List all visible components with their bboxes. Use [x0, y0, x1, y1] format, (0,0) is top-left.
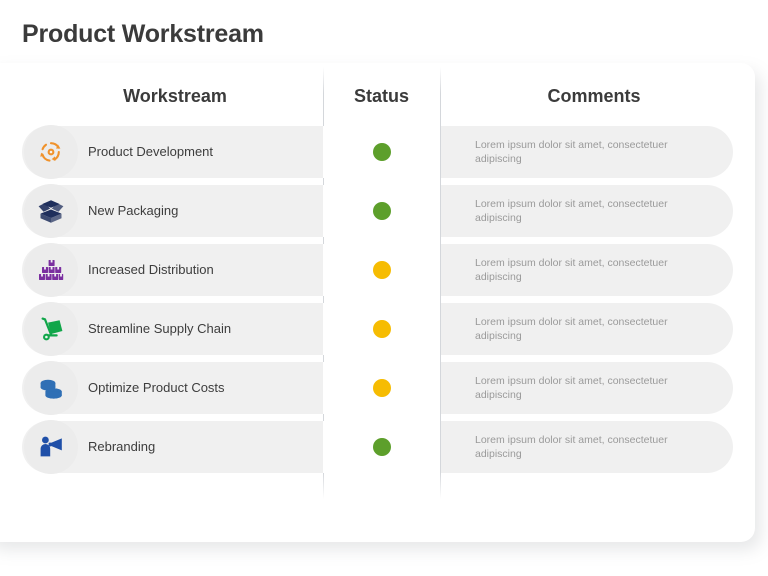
- workstream-label: Optimize Product Costs: [88, 380, 225, 395]
- status-badge: [372, 379, 391, 397]
- status-badge: [372, 320, 391, 338]
- comment-text: Lorem ipsum dolor sit amet, consectetuer…: [475, 375, 668, 401]
- cycle-arrows-icon: [24, 125, 78, 179]
- comment-cell[interactable]: Lorem ipsum dolor sit amet, consectetuer…: [441, 303, 733, 355]
- comment-text: Lorem ipsum dolor sit amet, consectetuer…: [475, 434, 668, 460]
- megaphone-person-icon: [24, 420, 78, 474]
- table-row[interactable]: Streamline Supply Chain Lorem ipsum dolor…: [0, 302, 768, 356]
- column-header-workstream: Workstream: [123, 86, 227, 106]
- table-row[interactable]: New Packaging Lorem ipsum dolor sit amet,…: [0, 184, 768, 238]
- status-cell[interactable]: [323, 185, 440, 237]
- workstream-rows: Product Development Lorem ipsum dolor sit…: [0, 125, 768, 480]
- column-header-comments: Comments: [547, 86, 641, 106]
- status-badge: [372, 261, 391, 279]
- workstream-label: New Packaging: [88, 203, 179, 218]
- comment-text: Lorem ipsum dolor sit amet, consectetuer…: [475, 257, 668, 283]
- table-row[interactable]: Product Development Lorem ipsum dolor sit…: [0, 125, 768, 179]
- hand-truck-icon: [24, 302, 78, 356]
- comment-cell[interactable]: Lorem ipsum dolor sit amet, consectetuer…: [441, 244, 733, 296]
- comment-cell[interactable]: Lorem ipsum dolor sit amet, consectetuer…: [441, 185, 733, 237]
- comment-cell[interactable]: Lorem ipsum dolor sit amet, consectetuer…: [441, 421, 733, 473]
- open-box-icon: [24, 184, 78, 238]
- comment-cell[interactable]: Lorem ipsum dolor sit amet, consectetuer…: [441, 126, 733, 178]
- status-badge: [372, 202, 391, 220]
- status-cell[interactable]: [323, 126, 440, 178]
- comment-text: Lorem ipsum dolor sit amet, consectetuer…: [475, 198, 668, 224]
- slide-canvas: Product Workstream Workstream Status Com…: [0, 0, 768, 576]
- comment-cell[interactable]: Lorem ipsum dolor sit amet, consectetuer…: [441, 362, 733, 414]
- table-row[interactable]: Increased Distribution Lorem ipsum dolor …: [0, 243, 768, 297]
- comment-text: Lorem ipsum dolor sit amet, consectetuer…: [475, 316, 668, 342]
- workstream-label: Streamline Supply Chain: [88, 321, 232, 336]
- status-badge: [372, 143, 391, 161]
- comment-text: Lorem ipsum dolor sit amet, consectetuer…: [475, 139, 668, 165]
- workstream-label: Rebranding: [88, 439, 156, 454]
- page-title: Product Workstream: [22, 20, 264, 48]
- status-cell[interactable]: [323, 421, 440, 473]
- column-header-status: Status: [353, 86, 409, 106]
- workstream-label: Increased Distribution: [88, 262, 214, 277]
- table-row[interactable]: Optimize Product Costs Lorem ipsum dolor …: [0, 361, 768, 415]
- stacked-boxes-icon: [24, 243, 78, 297]
- status-badge: [372, 438, 391, 456]
- status-cell[interactable]: [323, 362, 440, 414]
- workstream-label: Product Development: [88, 144, 214, 159]
- status-cell[interactable]: [323, 303, 440, 355]
- status-cell[interactable]: [323, 244, 440, 296]
- table-row[interactable]: Rebranding Lorem ipsum dolor sit amet, co…: [0, 420, 768, 474]
- coin-stack-icon: [24, 361, 78, 415]
